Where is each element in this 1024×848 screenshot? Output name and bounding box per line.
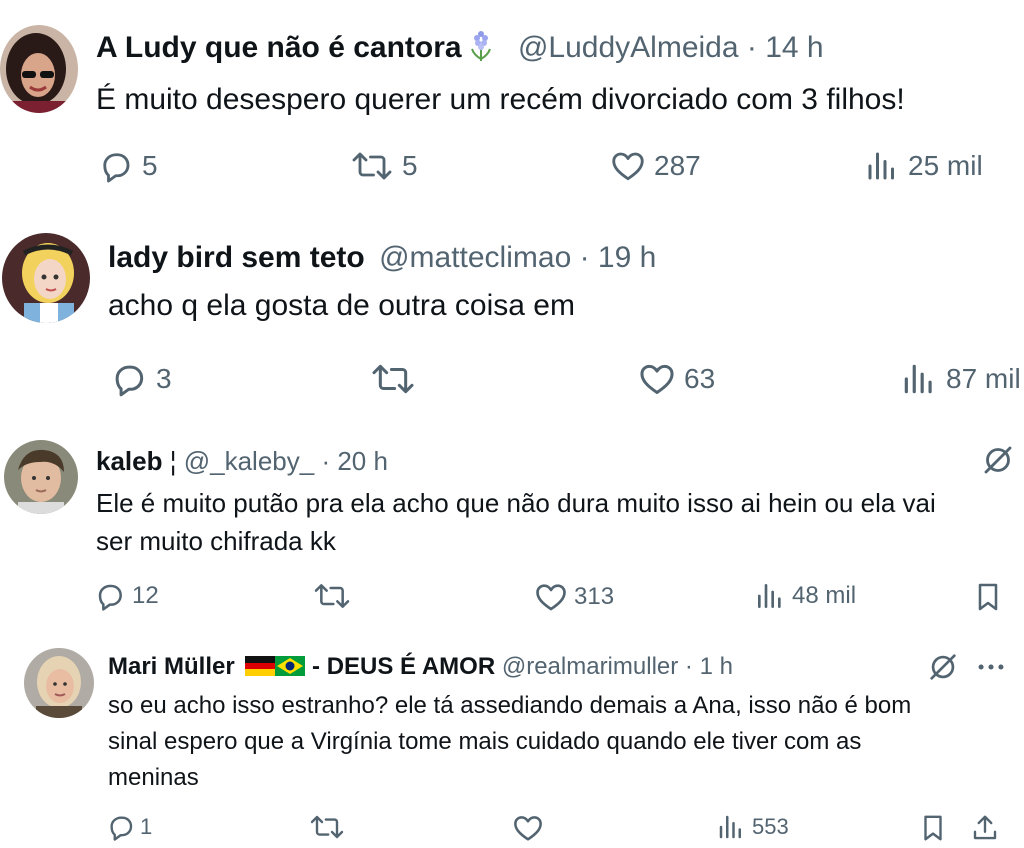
retweet-icon	[352, 152, 392, 180]
display-name[interactable]: A Ludy que não é cantora	[96, 31, 462, 64]
view-count: 48 mil	[792, 582, 857, 609]
views-icon	[904, 364, 932, 394]
tweet-2[interactable]: lady bird sem teto @matteclimao · 19 h a…	[0, 200, 1024, 420]
timestamp[interactable]: · 1 h	[685, 653, 733, 680]
display-name[interactable]: kaleb	[96, 446, 163, 476]
heart-icon	[612, 152, 644, 181]
retweet-icon	[372, 364, 414, 394]
grok-icon	[930, 654, 956, 680]
reply-button[interactable]: 5	[98, 148, 158, 184]
tweet-header: Mari Müller - DEUS É AMOR @realmarimulle…	[108, 650, 733, 684]
reply-button[interactable]: 12	[94, 580, 159, 612]
view-count: 553	[752, 814, 789, 839]
grok-button[interactable]	[980, 442, 1016, 478]
tweet-text: Ele é muito putão pra ela acho que não d…	[96, 484, 936, 560]
reply-icon	[103, 153, 130, 183]
tweet-header: lady bird sem teto @matteclimao · 19 h	[108, 238, 656, 278]
heart-icon	[514, 816, 542, 841]
grok-icon	[984, 446, 1012, 474]
tweet-header: A Ludy que não é cantora @LuddyAlmeida ·…	[96, 28, 824, 68]
retweet-icon	[314, 584, 350, 608]
views-button[interactable]: 48 mil	[754, 580, 856, 612]
bookmark-icon	[924, 815, 942, 841]
avatar[interactable]	[24, 648, 94, 718]
reply-icon	[98, 584, 122, 611]
reply-count: 3	[156, 363, 172, 394]
tweet-text-line: sinal espero que a Virgínia tome mais cu…	[108, 728, 862, 755]
bookmark-button[interactable]	[972, 580, 1004, 614]
bookmark-button[interactable]	[918, 812, 948, 844]
tweet-text-line: so eu acho isso estranho? ele tá assedia…	[108, 692, 912, 719]
like-button[interactable]: 63	[638, 360, 715, 398]
more-options-button[interactable]	[974, 650, 1008, 684]
retweet-count: 5	[402, 150, 418, 181]
retweet-button[interactable]	[370, 360, 424, 398]
retweet-button[interactable]: 5	[350, 148, 418, 184]
tweet-text: acho q ela gosta de outra coisa em	[108, 289, 575, 322]
grok-button[interactable]	[926, 650, 960, 684]
tweet-text-line: ser muito chifrada kk	[96, 526, 336, 556]
timestamp[interactable]: · 20 h	[321, 446, 388, 476]
tweet-text-line: Ele é muito putão pra ela acho que não d…	[96, 488, 936, 518]
views-icon	[719, 815, 741, 839]
views-button[interactable]: 25 mil	[864, 148, 983, 184]
tweet-text: so eu acho isso estranho? ele tá assedia…	[108, 688, 911, 796]
share-button[interactable]	[970, 812, 1000, 844]
bookmark-icon	[978, 583, 998, 611]
like-count: 313	[574, 583, 615, 610]
name-suffix: - DEUS É AMOR	[312, 653, 496, 680]
view-count: 87 mil	[946, 363, 1021, 394]
like-count: 287	[654, 150, 701, 181]
reply-count: 12	[132, 582, 159, 609]
reply-icon	[115, 365, 144, 397]
avatar[interactable]	[2, 233, 90, 323]
handle[interactable]: @realmarimuller	[502, 653, 678, 680]
handle[interactable]: @_kaleby_	[184, 446, 314, 476]
views-icon	[758, 584, 781, 608]
tweet-4[interactable]: Mari Müller - DEUS É AMOR @realmarimulle…	[0, 640, 1024, 848]
reply-count: 1	[140, 814, 153, 839]
tweet-text-line: meninas	[108, 764, 199, 791]
reply-button[interactable]: 1	[106, 812, 152, 842]
tweet-1[interactable]: A Ludy que não é cantora @LuddyAlmeida ·…	[0, 0, 1024, 200]
retweet-button[interactable]	[308, 812, 346, 842]
heart-icon	[640, 364, 674, 394]
flower-emoji-icon	[466, 29, 496, 63]
display-name[interactable]: lady bird sem teto	[108, 241, 365, 274]
handle[interactable]: @matteclimao	[379, 241, 571, 274]
retweet-icon	[310, 815, 344, 839]
tweet-header: kaleb ¦ @_kaleby_ · 20 h	[96, 444, 388, 478]
more-icon	[978, 664, 1004, 670]
like-count: 63	[684, 363, 716, 394]
view-count: 25 mil	[908, 150, 983, 181]
views-button[interactable]: 87 mil	[900, 360, 1024, 398]
reply-count: 5	[142, 150, 158, 181]
display-name[interactable]: Mari Müller	[108, 653, 235, 680]
timestamp[interactable]: · 14 h	[747, 31, 824, 64]
reply-button[interactable]: 3	[110, 360, 172, 398]
reply-icon	[110, 816, 133, 841]
avatar[interactable]	[4, 440, 78, 514]
like-button[interactable]: 313	[534, 580, 614, 614]
tweet-text: É muito desespero querer um recém divorc…	[96, 83, 905, 116]
share-icon	[973, 815, 997, 840]
views-button[interactable]: 553	[716, 812, 789, 842]
like-button[interactable]	[512, 812, 544, 844]
name-suffix: ¦	[169, 446, 177, 476]
views-icon	[868, 152, 894, 180]
avatar[interactable]	[0, 25, 78, 113]
brazil-flag-icon	[275, 652, 306, 676]
like-button[interactable]: 287	[610, 148, 701, 184]
retweet-button[interactable]	[312, 580, 358, 612]
germany-flag-icon	[245, 652, 276, 676]
timestamp[interactable]: · 19 h	[580, 241, 657, 274]
handle[interactable]: @LuddyAlmeida	[518, 31, 739, 64]
heart-icon	[536, 584, 566, 611]
tweet-3[interactable]: kaleb ¦ @_kaleby_ · 20 h Ele é muito put…	[0, 420, 1024, 640]
